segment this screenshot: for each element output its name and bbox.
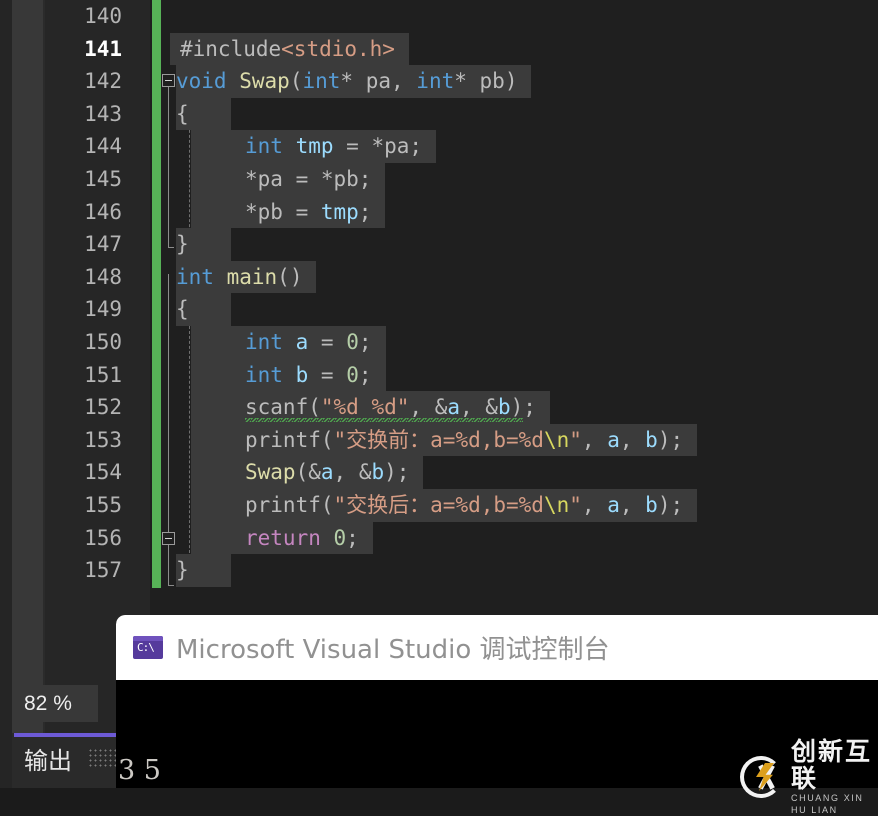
code-content[interactable]: { <box>176 293 231 326</box>
code-line[interactable]: 144 int tmp = *pa; <box>0 130 878 163</box>
code-content[interactable]: printf("交换前：a=%d,b=%d\n", a, b); <box>191 423 698 457</box>
code-line[interactable]: 142 void Swap(int* pa, int* pb) <box>0 65 878 98</box>
code-line[interactable]: 148 int main() <box>0 260 878 545</box>
code-line[interactable]: 150 int a = 0; <box>0 326 878 359</box>
line-number: 147 <box>84 232 122 257</box>
line-number: 142 <box>84 69 122 94</box>
code-content[interactable]: Swap(&a, &b); <box>191 456 424 489</box>
line-number: 157 <box>84 558 122 583</box>
code-content[interactable]: #include<stdio.h> <box>170 32 409 66</box>
console-title-bar[interactable]: C:\ Microsoft Visual Studio 调试控制台 <box>116 615 878 680</box>
code-line[interactable]: 140 <box>0 0 878 33</box>
code-content[interactable]: int tmp = *pa; <box>191 130 437 163</box>
line-number: 151 <box>84 362 122 387</box>
code-content[interactable]: int b = 0; <box>191 358 386 392</box>
fold-toggle-icon[interactable] <box>162 74 175 88</box>
line-number: 150 <box>84 330 122 354</box>
output-tab-label[interactable]: 输出 <box>24 741 72 776</box>
line-number: 140 <box>84 4 122 28</box>
watermark-logo-icon <box>740 756 782 798</box>
line-number: 148 <box>84 264 122 289</box>
code-content[interactable]: } <box>176 228 231 261</box>
code-line[interactable]: 151 int b = 0; <box>0 358 878 392</box>
line-number: 155 <box>84 493 122 517</box>
line-number: 153 <box>84 427 122 452</box>
output-tab-active-accent <box>14 733 122 737</box>
console-app-icon: C:\ <box>133 636 163 659</box>
watermark-pinyin-text: CHUANG XIN HU LIAN <box>791 793 864 815</box>
console-title-text: Microsoft Visual Studio 调试控制台 <box>176 635 610 665</box>
watermark-chinese-text: 创新互联 <box>791 737 873 793</box>
code-line[interactable]: 156 return 0; <box>0 521 878 555</box>
code-content[interactable]: { <box>176 97 231 131</box>
line-number: 143 <box>84 101 122 126</box>
code-line[interactable]: 152 scanf("%d %d", &a, &b); <box>0 391 878 424</box>
code-line[interactable]: 155 printf("交换后：a=%d,b=%d\n", a, b); <box>0 489 878 522</box>
zoom-level-indicator[interactable]: 82 % <box>12 685 98 722</box>
code-content[interactable]: *pb = tmp; <box>191 195 386 229</box>
line-number-current: 141 <box>84 36 122 61</box>
watermark: 创新互联 CHUANG XIN HU LIAN <box>740 738 878 816</box>
code-line[interactable]: 153 printf("交换前：a=%d,b=%d\n", a, b); <box>0 423 878 457</box>
code-content[interactable]: int a = 0; <box>191 326 386 359</box>
code-content[interactable]: *pa = *pb; <box>191 163 386 196</box>
line-number: 149 <box>84 297 122 322</box>
code-line[interactable]: 157 } <box>0 554 878 587</box>
line-number: 146 <box>84 199 122 224</box>
code-content[interactable]: printf("交换后：a=%d,b=%d\n", a, b); <box>191 489 698 522</box>
code-line[interactable]: 146 *pb = tmp; <box>0 195 878 229</box>
code-content[interactable]: } <box>176 554 231 587</box>
line-number: 154 <box>84 460 122 485</box>
code-content[interactable]: return 0; <box>191 521 373 555</box>
code-content[interactable]: int main() <box>176 260 317 294</box>
line-number: 144 <box>84 134 122 159</box>
code-line[interactable]: 143 { <box>0 97 878 131</box>
code-lines[interactable]: 140 141 #include<stdio.h> 142 void Swap(… <box>0 0 878 600</box>
code-line[interactable]: 147 } <box>0 228 878 261</box>
console-icon-text: C:\ <box>137 641 155 654</box>
code-content[interactable]: scanf("%d %d", &a, &b); <box>191 391 550 424</box>
code-line[interactable]: 149 { <box>0 293 878 326</box>
code-line[interactable]: 154 Swap(&a, &b); <box>0 456 878 489</box>
line-number: 145 <box>84 167 122 191</box>
line-number: 156 <box>84 525 122 550</box>
code-line[interactable]: 145 *pa = *pb; <box>0 163 878 196</box>
zoom-level-label: 82 % <box>24 691 72 715</box>
code-line[interactable]: 141 #include<stdio.h> <box>0 32 878 66</box>
line-number: 152 <box>84 395 122 420</box>
code-content[interactable]: void Swap(int* pa, int* pb) <box>176 65 532 98</box>
